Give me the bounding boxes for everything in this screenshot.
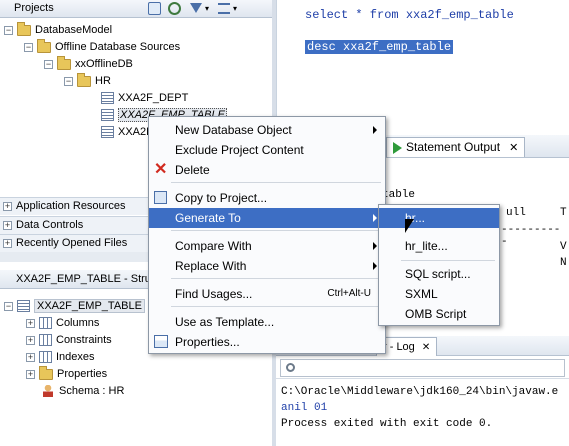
expand-icon[interactable]: + — [3, 220, 12, 230]
chevron-down-icon[interactable]: ▾ — [205, 4, 209, 13]
database-folder-icon — [57, 55, 71, 70]
play-icon — [393, 142, 402, 155]
expand-icon[interactable]: + — [26, 352, 35, 362]
accordion-data-controls[interactable]: + Data Controls — [0, 216, 150, 234]
menu-item-copy-to-project[interactable]: Copy to Project... — [149, 188, 385, 208]
menu-item-delete[interactable]: ✕ Delete — [149, 160, 385, 180]
properties-icon — [154, 335, 168, 348]
search-icon[interactable] — [148, 2, 161, 15]
columns-icon — [39, 317, 52, 330]
submenu-arrow-icon — [373, 262, 377, 270]
table-icon — [101, 92, 114, 105]
menu-item-use-as-template[interactable]: Use as Template... — [149, 312, 385, 332]
log-output: C:\Oracle\Middleware\jdk160_24\bin\javaw… — [281, 386, 559, 430]
menu-separator — [401, 260, 495, 261]
table-icon — [101, 109, 114, 122]
refresh-icon[interactable] — [168, 2, 181, 15]
log-search-bar — [276, 357, 569, 379]
table-icon — [17, 300, 30, 313]
accordion-application-resources[interactable]: + Application Resources — [0, 197, 150, 215]
tree-item-offlinedb[interactable]: − xxOfflineDB — [44, 55, 133, 73]
editor-line-2: desc xxa2f_emp_table — [305, 40, 454, 54]
expand-icon[interactable]: + — [26, 318, 35, 328]
menu-item-properties[interactable]: Properties... — [149, 332, 385, 352]
delete-icon: ✕ — [154, 161, 168, 178]
structure-panel-header: XXA2F_EMP_TABLE - Struct — [0, 270, 159, 289]
menu-item-replace-with[interactable]: Replace With — [149, 256, 385, 276]
collapse-icon[interactable]: − — [44, 59, 53, 69]
tab-statement-output[interactable]: Statement Output ✕ — [386, 137, 526, 157]
menu-item-generate-to[interactable]: Generate To — [149, 208, 385, 228]
menu-item-find-usages[interactable]: Find Usages... Ctrl+Alt-U — [149, 284, 385, 304]
menu-separator — [171, 230, 381, 231]
generate-to-submenu: hr... hr_lite... SQL script... SXML OMB … — [378, 204, 500, 326]
collapse-icon[interactable]: − — [24, 42, 33, 52]
structure-item-schema[interactable]: Schema : HR — [43, 383, 124, 400]
indexes-icon — [39, 351, 52, 364]
submenu-arrow-icon — [373, 126, 377, 134]
expand-icon[interactable]: + — [3, 201, 12, 211]
collapse-icon[interactable]: − — [4, 25, 13, 35]
tree-item-dept-table[interactable]: XXA2F_DEPT — [101, 90, 188, 107]
menu-item-new-database-object[interactable]: New Database Object — [149, 120, 385, 140]
projects-panel-header: Projects ▾ ▾ — [0, 0, 272, 18]
sql-editor[interactable]: select * from xxa2f_emp_table desc xxa2f… — [276, 0, 569, 135]
filter-icon[interactable] — [190, 3, 202, 13]
folder-icon — [37, 38, 51, 53]
submenu-item-sql-script[interactable]: SQL script... — [379, 264, 499, 284]
panel-divider — [0, 252, 150, 262]
submenu-item-hr[interactable]: hr... — [379, 208, 499, 228]
accordion-recent-files[interactable]: + Recently Opened Files — [0, 234, 150, 252]
submenu-item-sxml[interactable]: SXML — [379, 284, 499, 304]
structure-item-columns[interactable]: + Columns — [26, 315, 99, 332]
structure-item-constraints[interactable]: + Constraints — [26, 332, 112, 349]
close-icon[interactable]: ✕ — [422, 342, 430, 353]
folder-icon — [77, 72, 91, 87]
chevron-down-icon[interactable]: ▾ — [233, 4, 237, 13]
shortcut-label: Ctrl+Alt-U — [327, 288, 371, 299]
structure-item-indexes[interactable]: + Indexes — [26, 349, 95, 366]
submenu-item-hr-lite[interactable]: hr_lite... — [379, 236, 499, 256]
structure-panel-title: XXA2F_EMP_TABLE - Struct — [16, 273, 160, 285]
expand-icon[interactable]: + — [26, 369, 35, 379]
menu-item-compare-with[interactable]: Compare With — [149, 236, 385, 256]
menu-separator — [171, 278, 381, 279]
folder-icon — [39, 365, 53, 380]
tree-item-databasemodel[interactable]: − DatabaseModel — [4, 21, 112, 39]
collapse-icon[interactable]: − — [64, 76, 73, 86]
log-search-input[interactable] — [280, 359, 565, 377]
expand-icon[interactable]: + — [26, 335, 35, 345]
submenu-item-omb-script[interactable]: OMB Script — [379, 304, 499, 324]
copy-icon — [154, 191, 167, 204]
tree-item-xxa2f[interactable]: XXA2F — [101, 124, 153, 141]
close-icon[interactable]: ✕ — [509, 142, 518, 154]
folder-icon — [17, 21, 31, 36]
structure-item-table[interactable]: − XXA2F_EMP_TABLE — [4, 298, 145, 315]
projects-panel-title: Projects — [14, 2, 54, 14]
context-menu: New Database Object Exclude Project Cont… — [148, 116, 386, 354]
options-icon[interactable] — [218, 3, 230, 14]
tree-item-offline-sources[interactable]: − Offline Database Sources — [24, 38, 180, 56]
user-icon — [43, 385, 53, 398]
structure-item-properties[interactable]: + Properties — [26, 365, 107, 383]
editor-line-1: select * from xxa2f_emp_table — [305, 8, 514, 22]
submenu-arrow-icon — [373, 242, 377, 250]
submenu-arrow-icon — [373, 214, 377, 222]
menu-item-exclude-project-content[interactable]: Exclude Project Content — [149, 140, 385, 160]
tree-item-hr[interactable]: − HR — [64, 72, 111, 90]
search-icon — [286, 363, 295, 372]
menu-separator — [171, 306, 381, 307]
expand-icon[interactable]: + — [3, 238, 12, 248]
mouse-cursor-icon — [405, 219, 414, 233]
menu-separator — [171, 182, 381, 183]
collapse-icon[interactable]: − — [4, 301, 13, 311]
constraints-icon — [39, 334, 52, 347]
table-icon — [101, 126, 114, 139]
